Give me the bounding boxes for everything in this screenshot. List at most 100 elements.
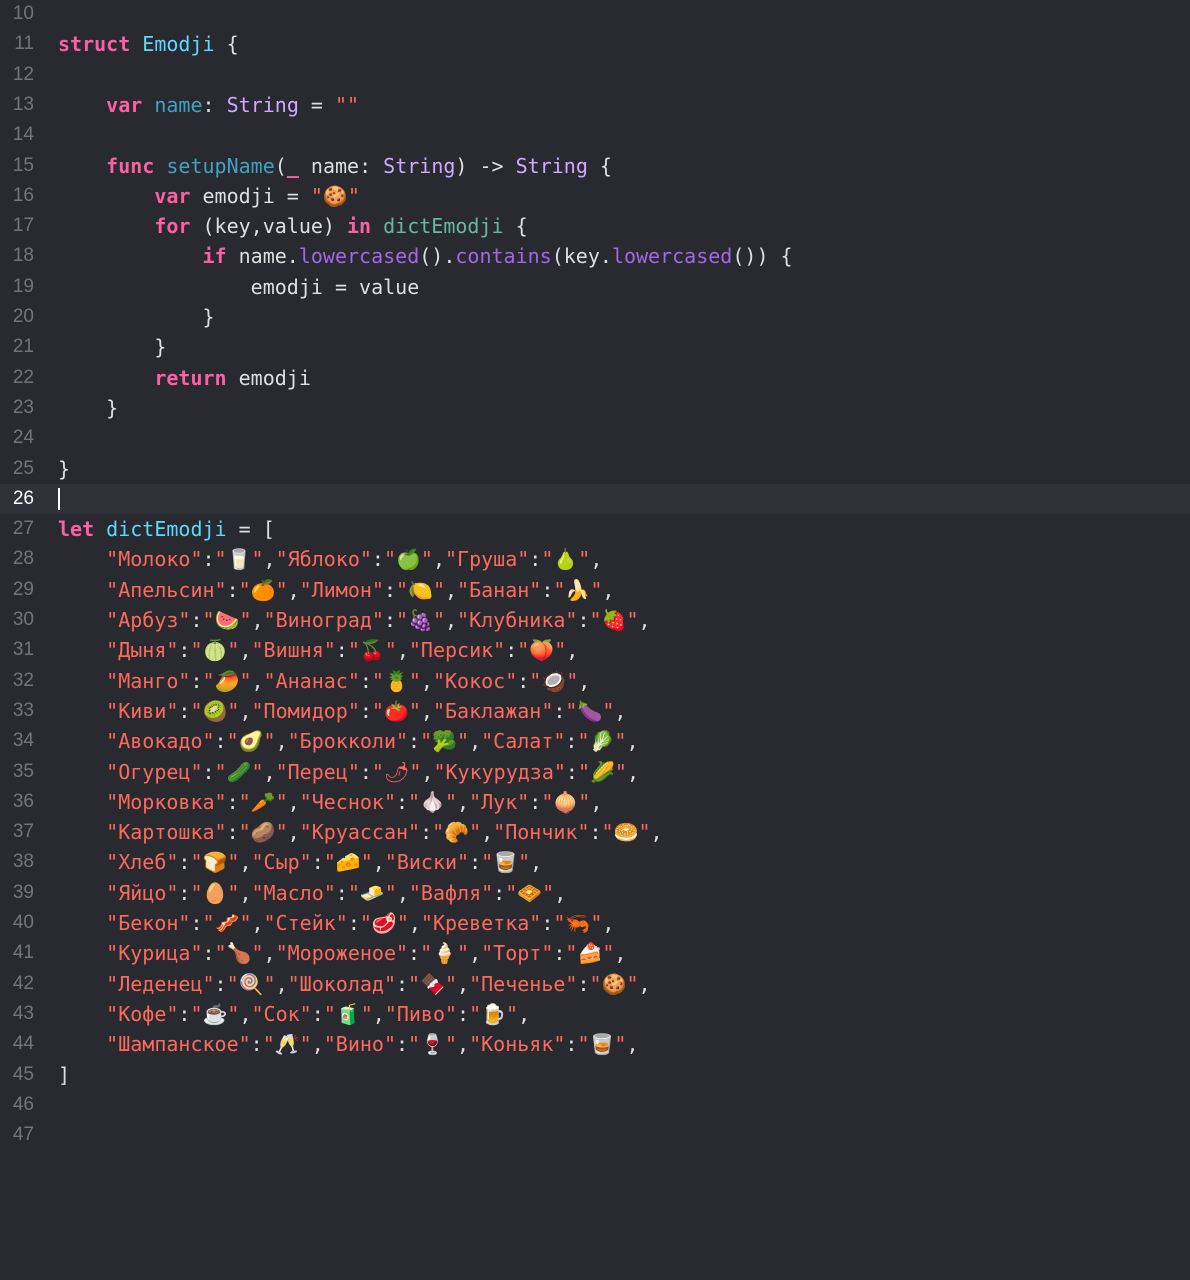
code-line[interactable]: 21 }	[0, 332, 1190, 362]
code-line[interactable]: 11 struct Emodji {	[0, 29, 1190, 59]
code-line[interactable]: 24	[0, 423, 1190, 453]
line-code[interactable]: "Картошка":"🥔","Круассан":"🥐","Пончик":"…	[58, 817, 662, 847]
line-code[interactable]: "Молоко":"🥛","Яблоко":"🍏","Груша":"🍐",	[58, 544, 602, 574]
text-cursor	[58, 487, 60, 510]
code-line[interactable]: 44 "Шампанское":"🥂","Вино":"🍷","Коньяк":…	[0, 1029, 1190, 1059]
code-line[interactable]: 34 "Авокадо":"🥑","Брокколи":"🥦","Салат":…	[0, 726, 1190, 756]
code-line[interactable]: 22 return emodji	[0, 363, 1190, 393]
keyword-token: in	[347, 214, 372, 239]
string-literal: "🥒"	[214, 759, 264, 784]
string-literal: "🥃"	[481, 850, 531, 875]
code-text: {	[587, 153, 612, 178]
line-code[interactable]: }	[58, 332, 166, 362]
code-text: =	[298, 92, 335, 117]
code-text: ,	[590, 547, 603, 572]
line-code[interactable]: emodji = value	[58, 272, 420, 302]
code-line[interactable]: 45]	[0, 1060, 1190, 1090]
line-code[interactable]: "Курица":"🍗","Мороженое":"🍦","Торт":"🍰",	[58, 938, 626, 968]
line-code[interactable]: "Леденец":"🍭","Шоколад":"🍫","Печенье":"🍪…	[58, 969, 650, 999]
line-code[interactable]: "Кофе":"☕️","Сок":"🧃","Пиво":"🍺",	[58, 999, 530, 1029]
line-number: 29	[12, 578, 34, 600]
line-code[interactable]: "Киви":"🥝","Помидор":"🍅","Баклажан":"🍆",	[58, 696, 626, 726]
code-line[interactable]: 14	[0, 120, 1190, 150]
code-line[interactable]: 25}	[0, 454, 1190, 484]
code-text: ,	[239, 1001, 252, 1026]
code-text: ,	[614, 698, 627, 723]
line-code[interactable]: ]	[58, 1060, 70, 1090]
code-text: ,	[566, 638, 579, 663]
line-code[interactable]: "Авокадо":"🥑","Брокколи":"🥦","Салат":"🥬"…	[58, 726, 638, 756]
code-line[interactable]: 38 "Хлеб":"🍞","Сыр":"🧀","Виски":"🥃",	[0, 847, 1190, 877]
code-editor[interactable]: 10 11 struct Emodji {12 13 var name: String…	[0, 0, 1190, 1280]
line-code[interactable]: "Апельсин":"🍊","Лимон":"🍋","Банан":"🍌",	[58, 575, 614, 605]
code-line[interactable]: 30 "Арбуз":"🍉","Виноград":"🍇","Клубника"…	[0, 605, 1190, 635]
line-code[interactable]: "Дыня":"🍈","Вишня":"🍒","Персик":"🍑",	[58, 635, 578, 665]
string-literal: "🌶"	[371, 759, 422, 784]
line-code[interactable]: }	[58, 302, 214, 332]
line-code[interactable]: struct Emodji {	[58, 29, 239, 59]
code-text: ,	[626, 1032, 639, 1057]
code-line[interactable]: 36 "Морковка":"🥕","Чеснок":"🧄","Лук":"🧅"…	[0, 787, 1190, 817]
code-line[interactable]: 39 "Яйцо":"🥚","Масло":"🧈","Вафля":"🧇",	[0, 878, 1190, 908]
code-text: ,	[554, 880, 567, 905]
line-code[interactable]: "Шампанское":"🥂","Вино":"🍷","Коньяк":"🥃"…	[58, 1029, 638, 1059]
string-literal: "🍏"	[383, 547, 433, 572]
code-line[interactable]: 37 "Картошка":"🥔","Круассан":"🥐","Пончик…	[0, 817, 1190, 847]
code-text: emodji =	[190, 183, 311, 208]
code-line[interactable]: 17 for (key,value) in dictEmodji {	[0, 211, 1190, 241]
string-literal: "Апельсин"	[106, 577, 227, 602]
code-line[interactable]: 15 func setupName(_ name: String) -> Str…	[0, 151, 1190, 181]
code-line[interactable]: 35 "Огурец":"🥒","Перец":"🌶","Кукурудза":…	[0, 757, 1190, 787]
string-literal: "🥑"	[226, 729, 276, 754]
line-code[interactable]: var name: String = ""	[58, 90, 359, 120]
code-line[interactable]: 46	[0, 1090, 1190, 1120]
code-line[interactable]: 23 }	[0, 393, 1190, 423]
line-code[interactable]: if name.lowercased().contains(key.lowerc…	[58, 241, 793, 271]
code-line[interactable]: 18 if name.lowercased().contains(key.low…	[0, 241, 1190, 271]
string-literal: "🥓"	[202, 911, 252, 935]
code-text: ,	[457, 789, 470, 814]
line-code[interactable]: for (key,value) in dictEmodji {	[58, 211, 527, 241]
line-code[interactable]: "Морковка":"🥕","Чеснок":"🧄","Лук":"🧅",	[58, 787, 602, 817]
code-line[interactable]: 13 var name: String = ""	[0, 90, 1190, 120]
code-line[interactable]: 12	[0, 60, 1190, 90]
line-code[interactable]: "Огурец":"🥒","Перец":"🌶","Кукурудза":"🌽"…	[58, 757, 639, 787]
code-line[interactable]: 32 "Манго":"🥭","Ананас":"🍍","Кокос":"🥥",	[0, 666, 1190, 696]
code-text: ,	[263, 547, 276, 572]
code-line[interactable]: 27 let dictEmodji = [	[0, 514, 1190, 544]
line-code[interactable]: "Арбуз":"🍉","Виноград":"🍇","Клубника":"🍓…	[58, 605, 650, 635]
line-code[interactable]: let dictEmodji = [	[58, 514, 275, 544]
code-line[interactable]: 19 emodji = value	[0, 272, 1190, 302]
string-literal: "Дыня"	[106, 638, 179, 663]
code-line[interactable]: 43 "Кофе":"☕️","Сок":"🧃","Пиво":"🍺",	[0, 999, 1190, 1029]
code-line[interactable]: 28 "Молоко":"🥛","Яблоко":"🍏","Груша":"🍐"…	[0, 544, 1190, 574]
line-code[interactable]: "Хлеб":"🍞","Сыр":"🧀","Виски":"🥃",	[58, 847, 542, 877]
line-code[interactable]: return emodji	[58, 363, 311, 393]
line-code[interactable]: }	[58, 454, 70, 484]
code-line[interactable]: 29 "Апельсин":"🍊","Лимон":"🍋","Банан":"🍌…	[0, 575, 1190, 605]
code-line[interactable]: 40 "Бекон":"🥓","Стейк":"🥩","Креветка":"🦐…	[0, 908, 1190, 938]
code-line-current[interactable]: 26	[0, 483, 1190, 514]
code-line[interactable]: 20 }	[0, 302, 1190, 332]
string-literal: "Вафля"	[408, 880, 494, 905]
line-code[interactable]: "Бекон":"🥓","Стейк":"🥩","Креветка":"🦐",	[58, 908, 614, 938]
code-text: :	[529, 789, 542, 814]
line-code[interactable]: var emodji = "🍪"	[58, 181, 360, 211]
code-line[interactable]: 33 "Киви":"🥝","Помидор":"🍅","Баклажан":"…	[0, 696, 1190, 726]
keyword-token: for	[154, 214, 191, 239]
line-code[interactable]: }	[58, 393, 118, 423]
code-line[interactable]: 47	[0, 1120, 1190, 1150]
code-line[interactable]: 31 "Дыня":"🍈","Вишня":"🍒","Персик":"🍑",	[0, 635, 1190, 665]
code-line[interactable]: 16 var emodji = "🍪"	[0, 181, 1190, 211]
line-code[interactable]: "Манго":"🥭","Ананас":"🍍","Кокос":"🥥",	[58, 666, 590, 696]
project-variable-token: dictEmodji	[383, 214, 504, 239]
code-line[interactable]: 10	[0, 0, 1190, 29]
line-code[interactable]: func setupName(_ name: String) -> String…	[58, 151, 612, 181]
line-code[interactable]: "Яйцо":"🥚","Масло":"🧈","Вафля":"🧇",	[58, 878, 566, 908]
code-line[interactable]: 42 "Леденец":"🍭","Шоколад":"🍫","Печенье"…	[0, 969, 1190, 999]
code-text: :	[226, 820, 239, 845]
code-line[interactable]: 41 "Курица":"🍗","Мороженое":"🍦","Торт":"…	[0, 938, 1190, 968]
code-text: }	[58, 395, 119, 420]
